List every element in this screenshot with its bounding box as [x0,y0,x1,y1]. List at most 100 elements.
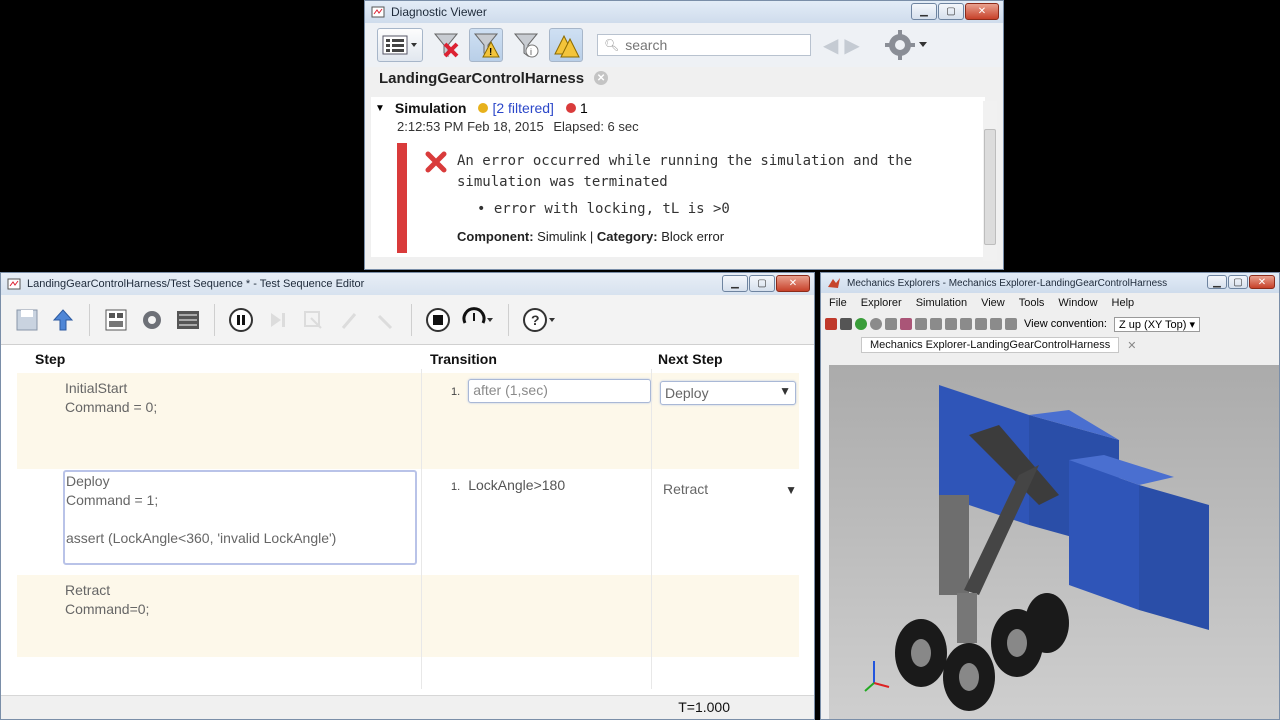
mechanics-toolbar: View convention: Z up (XY Top) ▾ [821,313,1279,335]
pan-icon[interactable] [885,318,897,330]
transition-condition-input[interactable]: after (1,sec) [468,379,652,403]
svg-text:!: ! [489,47,492,58]
tab-close-icon[interactable]: ✕ [1119,338,1144,353]
step-row-retract[interactable]: Retract Command=0; [17,575,799,657]
symbols-button[interactable] [102,306,130,334]
warnings-icon [554,34,580,58]
simulation-group-header[interactable]: ▼ Simulation [2 filtered] 1 [371,97,985,119]
view-back-icon[interactable] [930,318,942,330]
filter-errors-button[interactable] [429,28,463,62]
step-row-initialstart[interactable]: InitialStart Command = 0; 1. after (1,sec… [17,373,799,469]
close-button[interactable]: ✕ [776,275,810,292]
menu-simulation[interactable]: Simulation [916,297,967,309]
gear-icon [884,30,927,60]
toolbar-separator [508,303,509,336]
minimize-button[interactable]: ▁ [1207,275,1227,289]
maximize-button[interactable]: ▢ [938,3,964,20]
step-content[interactable]: InitialStart Command = 0; [65,379,157,417]
error-message: An error occurred while running the simu… [457,153,913,190]
view-convention-dropdown[interactable]: Z up (XY Top) ▾ [1113,316,1201,332]
filtered-link[interactable]: [2 filtered] [492,100,553,116]
svg-text:i: i [530,47,532,57]
menu-file[interactable]: File [829,297,847,309]
section-title: Simulation [394,100,467,116]
category-label: Category: [596,229,658,244]
minimize-button[interactable]: ▁ [722,275,748,292]
maximize-button[interactable]: ▢ [1228,275,1248,289]
search-input[interactable] [625,37,806,53]
rotate-icon[interactable] [870,318,882,330]
next-step-dropdown[interactable]: Deploy ▼ [660,381,796,405]
close-button[interactable]: ✕ [965,3,999,20]
test-sequence-titlebar[interactable]: LandingGearControlHarness/Test Sequence … [1,273,814,295]
mechanics-explorer-titlebar[interactable]: Mechanics Explorers - Mechanics Explorer… [821,273,1279,293]
explorer-tab[interactable]: Mechanics Explorer-LandingGearControlHar… [821,335,1279,355]
settings-button[interactable] [138,306,166,334]
list-view-icon [382,35,417,55]
next-arrow-icon[interactable]: ▶ [844,33,859,58]
view-front-icon[interactable] [915,318,927,330]
step-back-button[interactable] [371,306,399,334]
dock-icon[interactable] [825,318,837,330]
next-step-dropdown[interactable]: Retract ▼ [663,481,797,497]
stop-button[interactable] [424,306,452,334]
go-up-button[interactable] [49,306,77,334]
next-step-column-header[interactable]: Next Step [658,351,723,367]
menu-help[interactable]: Help [1112,297,1135,309]
menu-explorer[interactable]: Explorer [861,297,902,309]
isometric-view-icon[interactable] [1005,318,1017,330]
step-editor-textarea[interactable]: Deploy Command = 1; assert (LockAngle<36… [63,470,417,565]
zoom-icon[interactable] [900,318,912,330]
filter-warnings-button[interactable]: ! [469,28,503,62]
menu-window[interactable]: Window [1058,297,1097,309]
save-button[interactable] [13,306,41,334]
error-message-box: An error occurred while running the simu… [397,143,977,253]
view-convention-label: View convention: [1024,318,1107,330]
step-out-icon [341,312,357,329]
view-right-icon[interactable] [960,318,972,330]
component-link[interactable]: Simulink [537,229,586,244]
dock-all-icon[interactable] [840,318,852,330]
help-button[interactable]: ? [521,306,557,334]
view-left-icon[interactable] [945,318,957,330]
step-back-dropdown[interactable] [460,306,496,334]
pause-button[interactable] [227,306,255,334]
maximize-button[interactable]: ▢ [749,275,775,292]
scrollbar-thumb[interactable] [984,129,996,245]
simulink-app-icon [371,6,385,18]
step-content: Deploy Command = 1; assert (LockAngle<36… [66,473,337,546]
view-top-icon[interactable] [975,318,987,330]
collapse-triangle-icon[interactable]: ▼ [375,103,385,114]
transition-column-header[interactable]: Transition [430,351,497,367]
menu-tools[interactable]: Tools [1019,297,1045,309]
previous-arrow-icon[interactable]: ◀ [823,33,838,58]
view-button[interactable] [174,306,202,334]
step-forward-button[interactable] [263,306,291,334]
diagnostic-viewer-titlebar[interactable]: Diagnostic Viewer ▁ ▢ ✕ [365,1,1003,23]
filter-info-button[interactable]: i [509,28,543,62]
step-out-button[interactable] [335,306,363,334]
step-in-button[interactable] [299,306,327,334]
menu-view[interactable]: View [981,297,1005,309]
warnings-toggle-button[interactable] [549,28,583,62]
view-options-button[interactable] [377,28,423,62]
error-detail-item: • error with locking, tL is >0 [477,201,730,217]
minimize-button[interactable]: ▁ [911,3,937,20]
dropdown-arrow-icon: ▼ [785,483,797,497]
vertical-scrollbar[interactable] [983,101,997,261]
toolbar-separator [214,303,215,336]
search-field[interactable]: 🔍︎ [597,34,811,56]
view-bottom-icon[interactable] [990,318,1002,330]
model-tab[interactable]: LandingGearControlHarness ✕ [365,67,1003,89]
close-button[interactable]: ✕ [1249,275,1275,289]
mechanics-explorer-window: Mechanics Explorers - Mechanics Explorer… [820,272,1280,720]
3d-viewport[interactable] [829,365,1279,719]
step-content[interactable]: Retract Command=0; [65,581,149,619]
step-column-header[interactable]: Step [35,351,65,367]
tab-close-icon[interactable]: ✕ [594,71,609,85]
transition-condition[interactable]: LockAngle>180 [468,477,565,493]
toolbar-separator [89,303,90,336]
error-detail: error with locking, tL is >0 [493,201,730,217]
refresh-icon[interactable] [855,318,867,330]
settings-button[interactable] [884,28,930,62]
